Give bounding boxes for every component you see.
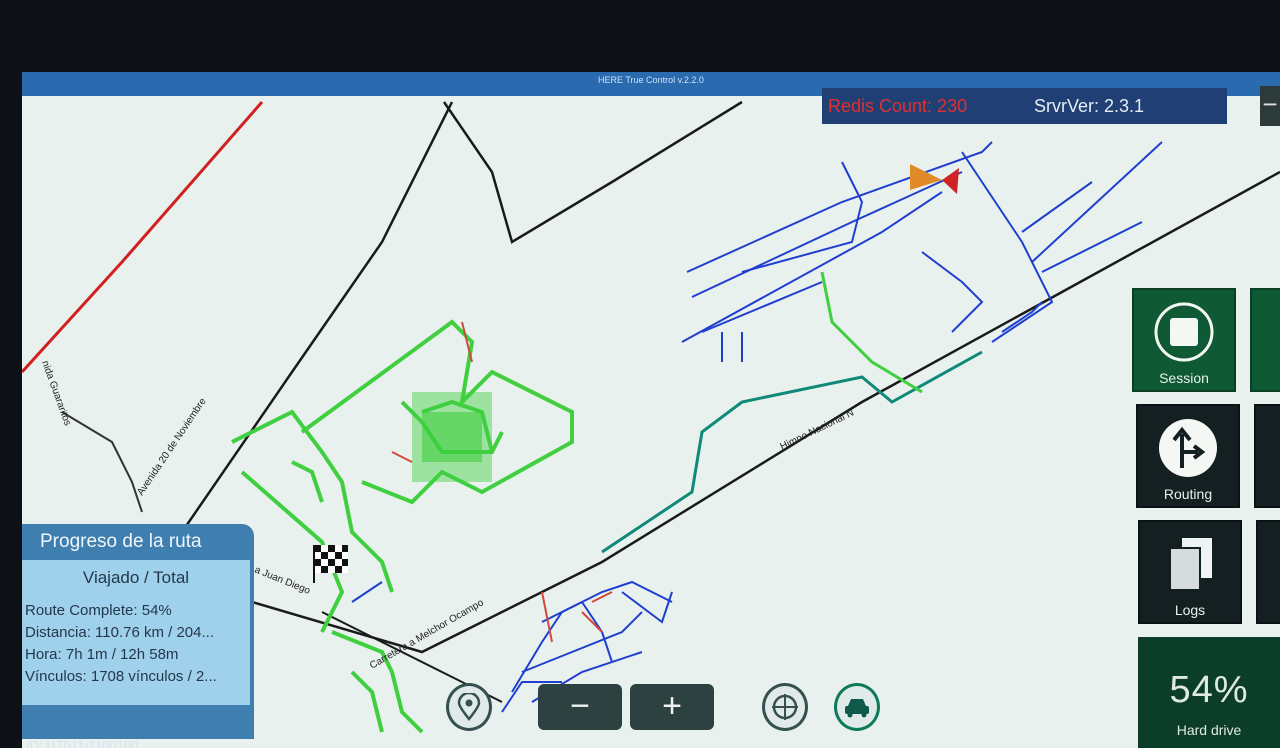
progress-body: Viajado / Total Route Complete: 54% Dist… [22, 560, 250, 705]
logs-label: Logs [1174, 602, 1206, 618]
redis-count: Redis Count: 230 [828, 95, 968, 116]
minus-icon: − [1262, 89, 1278, 119]
location-button[interactable] [446, 683, 492, 731]
time: Hora: 7h 1m / 12h 58m [25, 646, 179, 663]
logs-documents-icon [1169, 538, 1212, 591]
hard-drive-panel: 54% Hard drive [1138, 637, 1280, 748]
route-complete: Route Complete: 54% [25, 602, 172, 619]
session-stop-icon [1154, 302, 1214, 362]
side-button-stub[interactable] [1254, 404, 1280, 508]
links: Vínculos: 1708 vínculos / 2... [25, 668, 217, 685]
server-version: SrvrVer: 2.3.1 [1034, 95, 1145, 116]
car-icon [834, 683, 880, 731]
app-screen: Avenida 20 de Noviembre nida Guararitos … [22, 72, 1280, 748]
side-button-stub[interactable] [1250, 288, 1280, 392]
vehicle-follow-button[interactable] [834, 683, 880, 731]
hard-drive-percent: 54% [1169, 669, 1249, 711]
collapse-button[interactable]: − [1260, 86, 1280, 126]
routing-button[interactable]: Routing [1136, 404, 1240, 508]
zoom-out-label: − [538, 684, 622, 730]
device-id: ID: UT011-1100100 [26, 738, 139, 748]
hard-drive-label: Hard drive [1176, 722, 1242, 738]
session-label: Session [1159, 370, 1209, 386]
progress-subtitle: Viajado / Total [82, 568, 190, 587]
route-progress-panel: Progreso de la ruta Viajado / Total Rout… [22, 524, 254, 739]
crosshair-icon [762, 683, 808, 731]
server-status-panel: Redis Count: 230 SrvrVer: 2.3.1 [822, 88, 1227, 124]
recenter-button[interactable] [762, 683, 808, 731]
progress-title: Progreso de la ruta [40, 531, 202, 552]
window-title: HERE True Control v.2.2.0 [598, 75, 704, 85]
session-button[interactable]: Session [1132, 288, 1236, 392]
routing-arrow-icon [1159, 419, 1217, 477]
zoom-in-label: + [630, 684, 714, 730]
zoom-out-button[interactable]: − [538, 684, 622, 730]
side-button-stub[interactable] [1256, 520, 1280, 624]
distance: Distancia: 110.76 km / 204... [25, 624, 214, 641]
logs-button[interactable]: Logs [1138, 520, 1242, 624]
zoom-in-button[interactable]: + [630, 684, 714, 730]
routing-label: Routing [1163, 486, 1213, 502]
location-pin-icon [446, 683, 492, 731]
